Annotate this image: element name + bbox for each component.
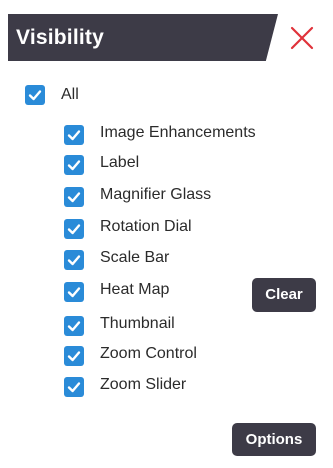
label-zoom-control: Zoom Control xyxy=(100,345,197,362)
checkmark-icon xyxy=(64,316,84,336)
label-image-enhancements: Image Enhancements xyxy=(100,124,256,141)
checkmark-icon xyxy=(64,187,84,207)
checkmark-icon xyxy=(64,282,84,302)
checkmark-icon xyxy=(64,125,84,145)
checkmark-icon xyxy=(64,250,84,270)
checkbox-label[interactable] xyxy=(64,155,84,175)
checkbox-heat-map[interactable] xyxy=(64,282,84,302)
checkbox-magnifier-glass[interactable] xyxy=(64,187,84,207)
label-magnifier-glass: Magnifier Glass xyxy=(100,186,212,203)
all-label: All xyxy=(61,86,79,103)
checkbox-zoom-slider[interactable] xyxy=(64,377,84,397)
label-zoom-slider: Zoom Slider xyxy=(100,376,187,393)
checkbox-rotation-dial[interactable] xyxy=(64,219,84,239)
panel-header: Visibility xyxy=(0,0,333,67)
close-icon xyxy=(284,20,320,56)
clear-button[interactable]: Clear xyxy=(252,278,316,312)
checkbox-image-enhancements[interactable] xyxy=(64,125,84,145)
checkmark-icon xyxy=(25,85,45,105)
label-rotation-dial: Rotation Dial xyxy=(100,218,192,235)
label-heat-map: Heat Map xyxy=(100,281,170,298)
checkmark-icon xyxy=(64,155,84,175)
visibility-panel: Visibility All Image Enhancements Label … xyxy=(0,0,333,468)
label-scale-bar: Scale Bar xyxy=(100,249,170,266)
checkmark-icon xyxy=(64,219,84,239)
label-label: Label xyxy=(100,154,140,171)
all-checkbox[interactable] xyxy=(25,85,45,105)
checkbox-thumbnail[interactable] xyxy=(64,316,84,336)
checkbox-zoom-control[interactable] xyxy=(64,346,84,366)
checkmark-icon xyxy=(64,346,84,366)
label-thumbnail: Thumbnail xyxy=(100,315,175,332)
checkbox-scale-bar[interactable] xyxy=(64,250,84,270)
panel-title: Visibility xyxy=(16,26,104,49)
close-button[interactable] xyxy=(284,20,320,56)
options-button[interactable]: Options xyxy=(232,423,316,456)
checkmark-icon xyxy=(64,377,84,397)
